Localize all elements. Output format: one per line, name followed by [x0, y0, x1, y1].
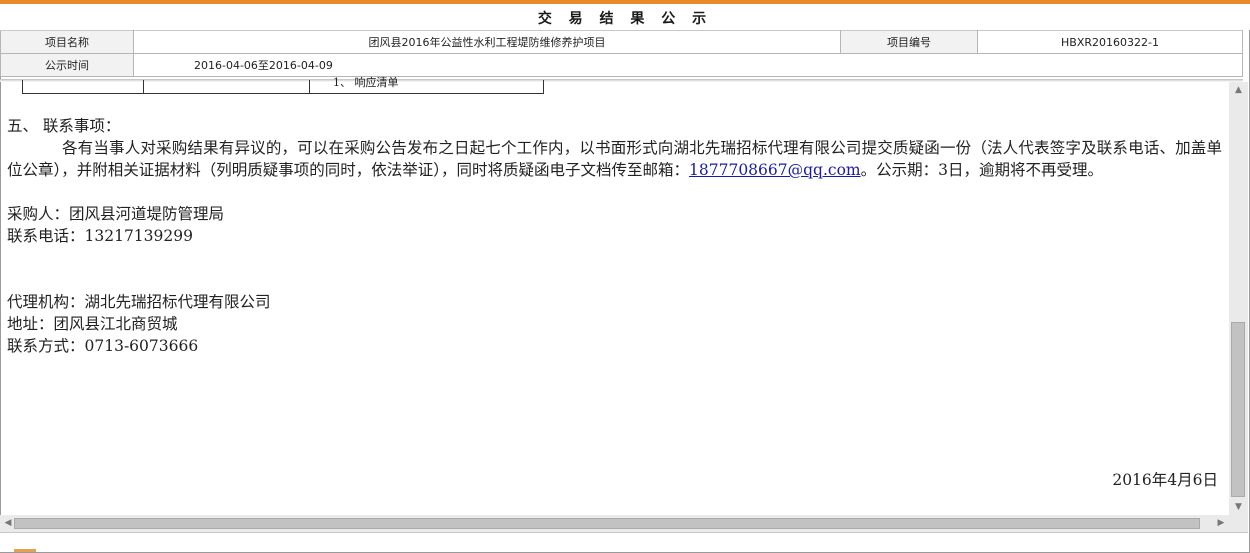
contact-method-line: 联系方式：0713-6073666	[7, 337, 199, 355]
address-line: 地址：团风县江北商贸城	[7, 315, 178, 333]
page-title: 交 易 结 果 公 示	[537, 11, 713, 27]
document-date: 2016年4月6日	[1112, 471, 1218, 489]
table-divider	[309, 80, 310, 93]
bottom-strip	[0, 532, 1248, 552]
scroll-up-icon[interactable]: ▲	[1229, 82, 1248, 98]
vertical-scrollbar[interactable]: ▲ ▼	[1229, 82, 1248, 515]
vertical-scroll-thumb[interactable]	[1231, 322, 1245, 497]
horizontal-scroll-thumb[interactable]	[14, 518, 1200, 529]
bottom-tab-marker	[14, 549, 36, 552]
objection-paragraph: 各有当事人对采购结果有异议的，可以在采购公告发布之日起七个工作内，以书面形式向湖…	[7, 137, 1222, 181]
partial-cell-text: 1、 响应清单	[333, 76, 399, 89]
objection-text-end: 。公示期：3日，逾期将不再受理。	[860, 161, 1103, 179]
table-row: 项目名称 团风县2016年公益性水利工程堤防维修养护项目 项目编号 HBXR20…	[0, 30, 1243, 54]
table-row: 公示时间 2016-04-06至2016-04-09	[0, 53, 1243, 77]
publicity-time-label: 公示时间	[0, 53, 134, 77]
horizontal-scrollbar[interactable]: ◀ ▶	[0, 515, 1229, 532]
contact-heading: 五、 联系事项：	[7, 117, 121, 135]
partial-result-table: 1、 响应清单	[22, 76, 544, 94]
project-no-label: 项目编号	[840, 30, 978, 54]
table-divider	[143, 80, 144, 93]
purchaser-phone-line: 联系电话：13217139299	[7, 227, 193, 245]
scrollbar-corner	[1229, 515, 1248, 532]
project-name-value: 团风县2016年公益性水利工程堤防维修养护项目	[133, 30, 841, 54]
project-no-value: HBXR20160322-1	[977, 30, 1243, 54]
scroll-down-icon[interactable]: ▼	[1229, 499, 1248, 515]
email-link[interactable]: 1877708667@qq.com	[689, 161, 861, 179]
title-bar: 交 易 结 果 公 示	[0, 0, 1250, 30]
project-name-label: 项目名称	[0, 30, 134, 54]
purchaser-line: 采购人：团风县河道堤防管理局	[7, 205, 225, 223]
document-body: 五、 联系事项： 各有当事人对采购结果有异议的，可以在采购公告发布之日起七个工作…	[7, 115, 1222, 357]
scroll-right-icon[interactable]: ▶	[1213, 515, 1229, 532]
project-info-table: 项目名称 团风县2016年公益性水利工程堤防维修养护项目 项目编号 HBXR20…	[0, 30, 1243, 77]
agency-line: 代理机构：湖北先瑞招标代理有限公司	[7, 293, 271, 311]
publicity-time-value: 2016-04-06至2016-04-09	[133, 53, 1243, 77]
